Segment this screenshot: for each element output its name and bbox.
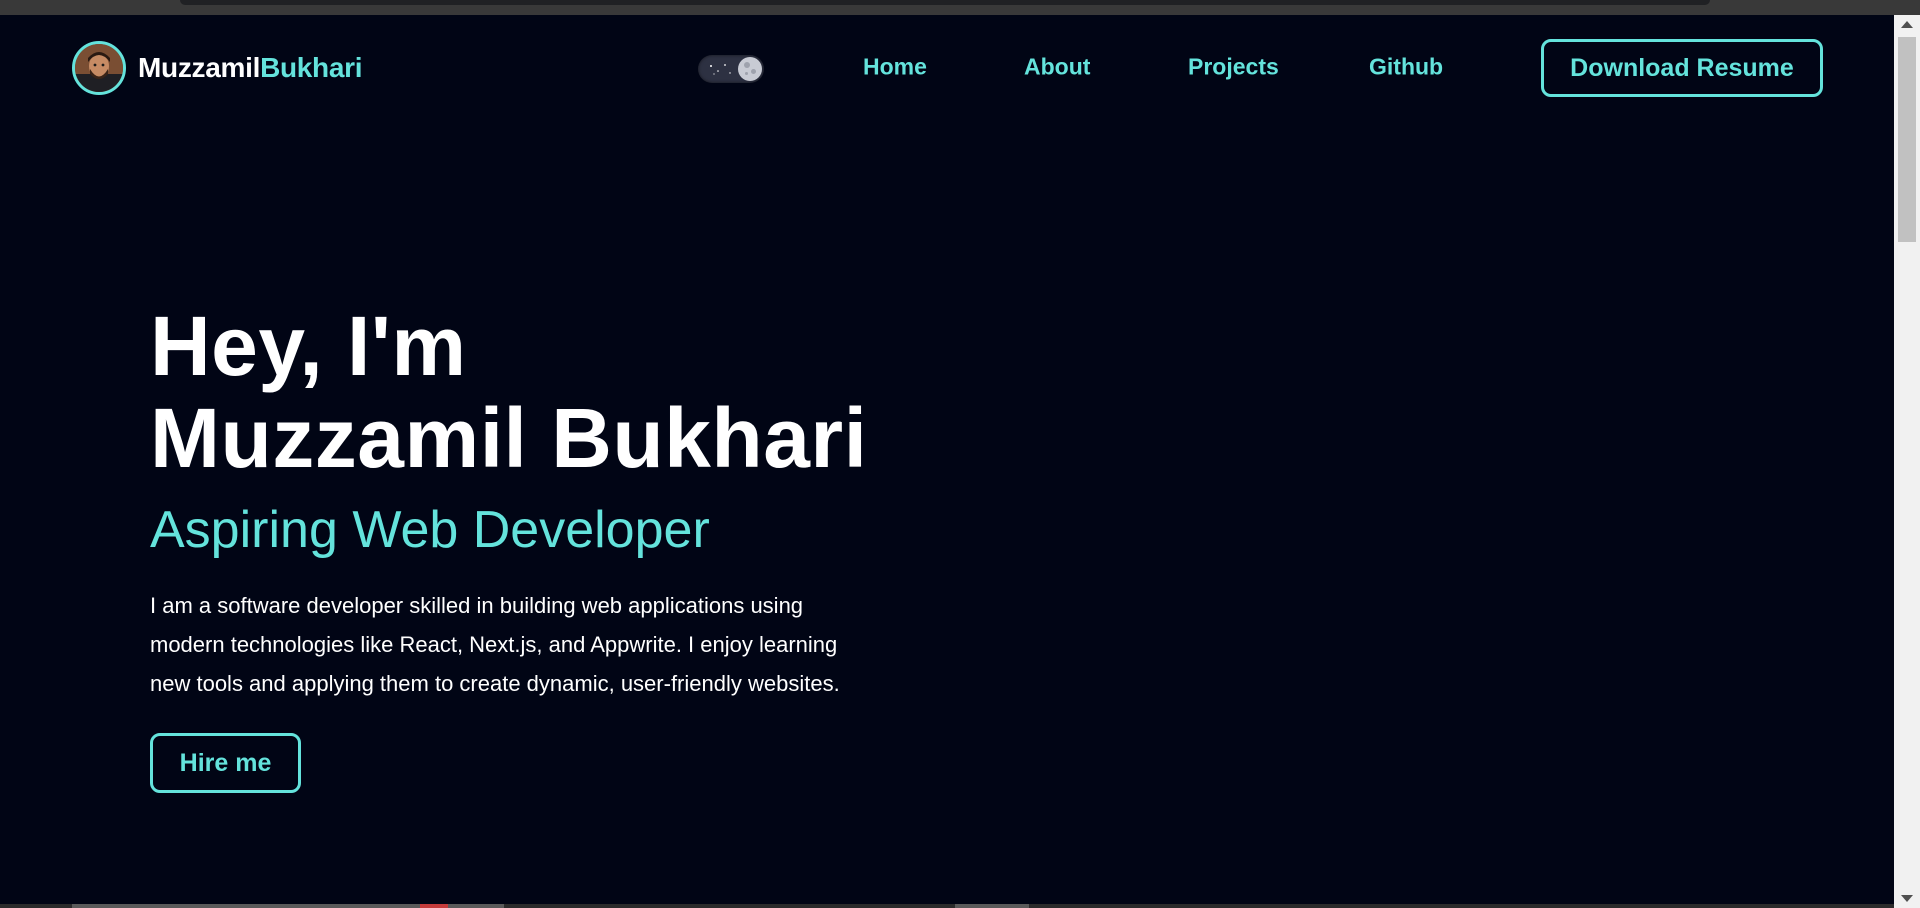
hero-role: Aspiring Web Developer xyxy=(150,501,710,559)
hero-description-line: new tools and applying them to create dy… xyxy=(150,671,840,696)
scrollbar-thumb[interactable] xyxy=(1898,37,1916,242)
taskbar-strip xyxy=(0,904,1894,908)
hire-me-button[interactable]: Hire me xyxy=(150,733,301,793)
nav-link-github[interactable]: Github xyxy=(1369,54,1443,81)
nav-link-about[interactable]: About xyxy=(1024,54,1090,81)
theme-toggle[interactable] xyxy=(698,55,764,83)
brand-first-name: Muzzamil xyxy=(138,52,261,83)
scrollbar[interactable] xyxy=(1894,15,1920,908)
scroll-down-arrow-icon[interactable] xyxy=(1901,895,1913,902)
hero-section: Hey, I'm Muzzamil Bukhari Aspiring Web D… xyxy=(150,300,950,703)
hero-greeting: Hey, I'm xyxy=(150,299,467,393)
avatar-icon xyxy=(72,41,126,95)
hero-description-line: modern technologies like React, Next.js,… xyxy=(150,632,838,657)
nav-link-projects[interactable]: Projects xyxy=(1188,54,1279,81)
nav-link-home[interactable]: Home xyxy=(863,54,927,81)
browser-top-strip xyxy=(0,0,1920,15)
brand[interactable]: MuzzamilBukhari xyxy=(72,38,363,98)
brand-last-name: Bukhari xyxy=(260,52,363,83)
page-viewport: MuzzamilBukhari Home About Projects Gith… xyxy=(0,15,1894,904)
taskbar-indicator xyxy=(420,904,448,908)
download-resume-button[interactable]: Download Resume xyxy=(1541,39,1823,97)
scroll-up-arrow-icon[interactable] xyxy=(1901,21,1913,28)
moon-icon xyxy=(738,57,762,81)
browser-tab-edge xyxy=(180,0,1710,5)
taskbar-item[interactable] xyxy=(955,904,1029,908)
hero-name: Muzzamil Bukhari xyxy=(150,391,868,485)
stars-icon xyxy=(710,64,731,75)
hero-description-line: I am a software developer skilled in bui… xyxy=(150,593,804,618)
brand-name: MuzzamilBukhari xyxy=(138,52,363,84)
hero-description: I am a software developer skilled in bui… xyxy=(150,586,920,703)
hero-title: Hey, I'm Muzzamil Bukhari xyxy=(150,300,950,484)
navbar: MuzzamilBukhari Home About Projects Gith… xyxy=(0,15,1894,125)
